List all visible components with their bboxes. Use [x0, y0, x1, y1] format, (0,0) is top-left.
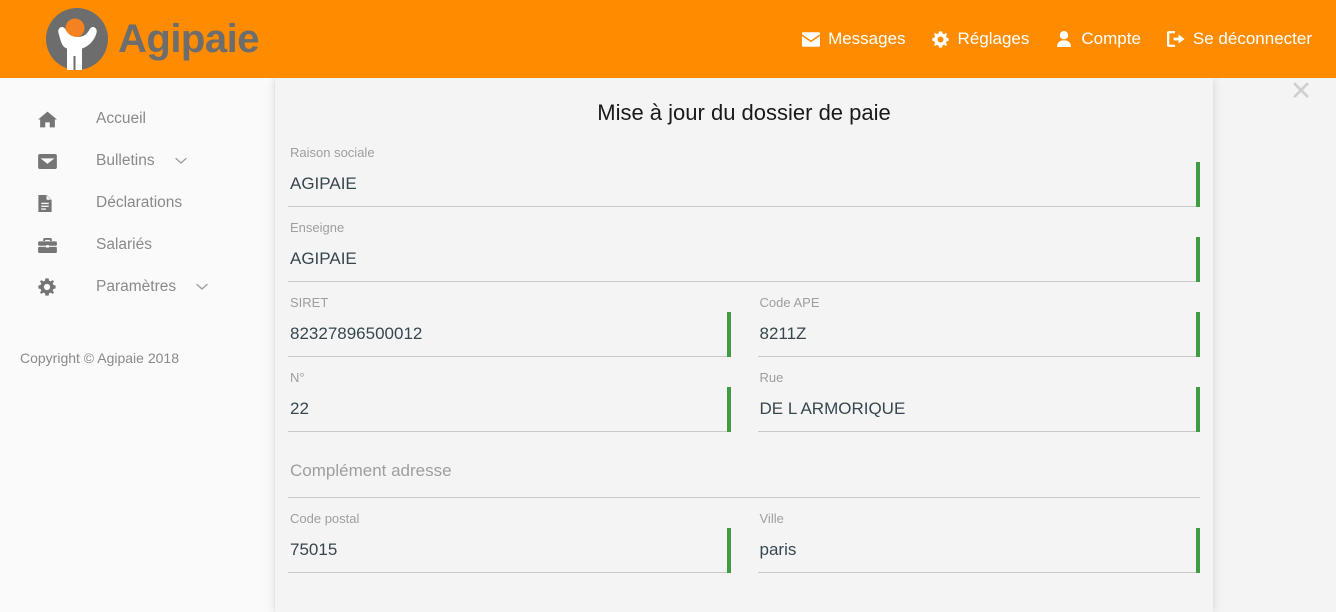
close-icon[interactable]: ✕	[1288, 78, 1314, 105]
dossier-paie-form: Raison sociale AGIPAIE Enseigne AGIPAIE …	[275, 132, 1213, 573]
form-row-raison-sociale: Raison sociale AGIPAIE	[288, 132, 1200, 207]
enseigne-input[interactable]: AGIPAIE	[288, 236, 1200, 282]
field-label: Code APE	[759, 295, 820, 310]
field-label: N°	[290, 370, 305, 385]
user-icon	[1055, 30, 1073, 48]
code-postal-input[interactable]: 75015	[288, 527, 731, 573]
header-nav: Messages Réglages Compte Se déconnecter	[802, 29, 1312, 49]
gear-icon	[38, 278, 62, 296]
copyright-text: Copyright © Agipaie 2018	[20, 350, 179, 366]
brand-name: Agipaie	[118, 17, 259, 61]
header-link-compte[interactable]: Compte	[1055, 29, 1141, 49]
sidebar: Accueil Bulletins Déclarations Salariés …	[0, 78, 274, 612]
field-code-ape: Code APE 8211Z	[757, 282, 1200, 357]
sidebar-item-label: Accueil	[96, 110, 146, 127]
sidebar-item-accueil[interactable]: Accueil	[0, 98, 274, 140]
sidebar-item-label: Salariés	[96, 236, 152, 253]
gear-icon	[932, 30, 950, 48]
briefcase-icon	[38, 237, 62, 253]
field-rue: Rue DE L ARMORIQUE	[757, 357, 1200, 432]
field-siret: SIRET 82327896500012	[288, 282, 731, 357]
complement-adresse-input[interactable]: Complément adresse	[288, 444, 1200, 498]
agipaie-logo-icon	[44, 6, 110, 72]
field-numero: N° 22	[288, 357, 731, 432]
siret-input[interactable]: 82327896500012	[288, 311, 731, 357]
sidebar-item-label: Déclarations	[96, 194, 183, 211]
numero-input[interactable]: 22	[288, 386, 731, 432]
header-link-label: Compte	[1081, 29, 1141, 48]
chevron-down-icon[interactable]	[174, 157, 187, 165]
field-raison-sociale: Raison sociale AGIPAIE	[288, 132, 1200, 207]
raison-sociale-input[interactable]: AGIPAIE	[288, 161, 1200, 207]
page-title: Mise à jour du dossier de paie	[597, 100, 891, 125]
sidebar-item-salaries[interactable]: Salariés	[0, 224, 274, 266]
field-code-postal: Code postal 75015	[288, 498, 731, 573]
field-complement-adresse: Complément adresse Complément adresse	[288, 432, 1200, 498]
form-row-numero-rue: N° 22 Rue DE L ARMORIQUE	[288, 357, 1200, 432]
sidebar-nav: Accueil Bulletins Déclarations Salariés …	[0, 78, 274, 308]
field-label: SIRET	[290, 295, 329, 310]
field-label: Rue	[759, 370, 784, 385]
form-row-siret-ape: SIRET 82327896500012 Code APE 8211Z	[288, 282, 1200, 357]
sidebar-item-parametres[interactable]: Paramètres	[0, 266, 274, 308]
app-header: Agipaie Messages Réglages Compte Se déco…	[0, 0, 1336, 78]
header-link-reglages[interactable]: Réglages	[932, 29, 1030, 49]
field-label: Code postal	[290, 511, 360, 526]
sign-out-icon	[1166, 30, 1185, 48]
rue-input[interactable]: DE L ARMORIQUE	[757, 386, 1200, 432]
field-label: Ville	[759, 511, 784, 526]
sidebar-item-label: Paramètres	[96, 278, 177, 295]
envelope-icon	[802, 30, 821, 48]
field-ville: Ville paris	[757, 498, 1200, 573]
code-ape-input[interactable]: 8211Z	[757, 311, 1200, 357]
field-label: Raison sociale	[290, 145, 375, 160]
chevron-down-icon[interactable]	[196, 283, 208, 291]
document-icon	[38, 194, 62, 212]
header-link-label: Se déconnecter	[1192, 29, 1312, 48]
sidebar-item-label: Bulletins	[96, 152, 155, 169]
main-content-card: Mise à jour du dossier de paie Raison so…	[275, 78, 1213, 612]
sidebar-item-declarations[interactable]: Déclarations	[0, 182, 274, 224]
header-link-label: Réglages	[957, 29, 1030, 48]
form-row-enseigne: Enseigne AGIPAIE	[288, 207, 1200, 282]
home-icon	[38, 111, 62, 128]
brand-logo[interactable]: Agipaie	[44, 6, 259, 72]
envelope-icon	[38, 153, 62, 169]
sidebar-item-bulletins[interactable]: Bulletins	[0, 140, 274, 182]
header-link-label: Messages	[828, 29, 906, 48]
form-row-codepostal-ville: Code postal 75015 Ville paris	[288, 498, 1200, 573]
ville-input[interactable]: paris	[757, 527, 1200, 573]
field-enseigne: Enseigne AGIPAIE	[288, 207, 1200, 282]
form-row-complement-adresse: Complément adresse Complément adresse	[288, 432, 1200, 498]
header-link-logout[interactable]: Se déconnecter	[1166, 29, 1312, 49]
field-label: Enseigne	[290, 220, 345, 235]
header-link-messages[interactable]: Messages	[802, 29, 906, 49]
